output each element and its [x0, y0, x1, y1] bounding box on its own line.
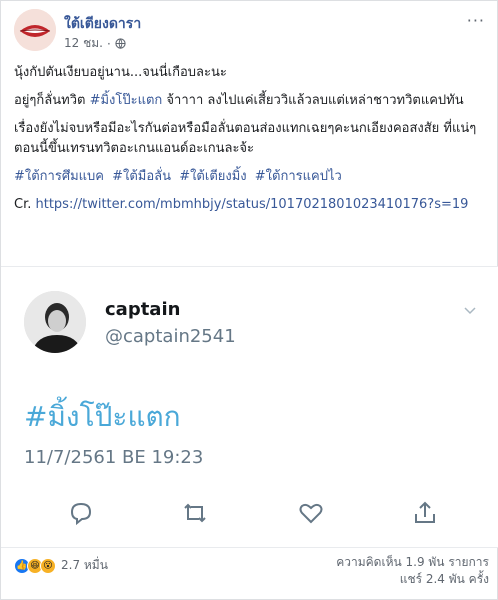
inline-hashtag[interactable]: #มิ้งโป๊ะแตก: [90, 93, 163, 108]
reaction-summary[interactable]: 👍 😆 😮 2.7 หมื่น: [14, 556, 108, 575]
credit-line: Cr. https://twitter.com/mbmhbjy/status/1…: [14, 195, 488, 215]
hashtag-link[interactable]: #ใต้การแคปไว: [255, 169, 342, 184]
post-line-3: เรื่องยังไม่จบหรือมีอะไรกันต่อหรือมือลั่…: [14, 121, 477, 156]
page-avatar[interactable]: [14, 9, 56, 51]
tweet-author-handle: @captain2541: [105, 326, 236, 347]
page-name[interactable]: ใต้เตียงดารา: [64, 13, 141, 35]
post-footer: 👍 😆 😮 2.7 หมื่น ความคิดเห็น 1.9 พัน รายก…: [1, 548, 498, 600]
tweet-avatar: [24, 291, 86, 353]
retweet-icon: [184, 503, 206, 523]
wow-reaction-icon: 😮: [40, 557, 56, 574]
engagement-stats: ความคิดเห็น 1.9 พัน รายการ แชร์ 2.4 พัน …: [336, 554, 489, 588]
post-time[interactable]: 12 ชม.: [64, 34, 103, 53]
post-line-1: นุ้งกัปตันเงียบอยู่นาน...จนนี่เกือบละนะ: [14, 65, 227, 80]
hashtag-link[interactable]: #ใต้เตียงมิ้ง: [179, 169, 246, 184]
comment-count[interactable]: ความคิดเห็น 1.9 พัน รายการ: [336, 554, 489, 571]
post-line-2b: จ้าาาา ลงไปแค่เสี้ยววิแล้วลบแต่เหล่าชาวท…: [162, 93, 464, 108]
chevron-down-icon: [464, 307, 476, 315]
hashtag-link[interactable]: #ใต้การศึมแบค: [14, 169, 104, 184]
tweet-author-name: captain: [105, 299, 181, 320]
credit-prefix: Cr.: [14, 197, 36, 212]
tweet-hashtag: #มิ้งโป๊ะแตก: [24, 400, 181, 433]
tweet-actions: [1, 499, 498, 529]
facebook-post: ใต้เตียงดารา 12 ชม. · ··· นุ้งกัปตันเงีย…: [0, 0, 498, 600]
meta-separator: ·: [106, 36, 111, 51]
post-line-2a: อยู่ๆก็ลั่นทวิต: [14, 93, 90, 108]
post-text: นุ้งกัปตันเงียบอยู่นาน...จนนี่เกือบละนะ …: [14, 63, 488, 223]
reaction-count: 2.7 หมื่น: [61, 558, 108, 572]
tweet-image[interactable]: captain @captain2541 #มิ้งโป๊ะแตก 11/7/2…: [1, 266, 498, 548]
post-options-icon[interactable]: ···: [467, 11, 485, 30]
globe-icon: [115, 38, 126, 49]
heart-icon: [299, 503, 323, 524]
hashtag-list: #ใต้การศึมแบค #ใต้มือลั่น #ใต้เตียงมิ้ง …: [14, 167, 488, 187]
post-line-2: อยู่ๆก็ลั่นทวิต #มิ้งโป๊ะแตก จ้าาาา ลงไป…: [14, 91, 488, 111]
reply-icon: [70, 502, 92, 526]
share-icon: [415, 501, 435, 523]
credit-url[interactable]: https://twitter.com/mbmhbjy/status/10170…: [36, 197, 469, 212]
hashtag-link[interactable]: #ใต้มือลั่น: [112, 169, 171, 184]
tweet-date: 11/7/2561 BE 19:23: [24, 447, 204, 468]
post-meta: 12 ชม. ·: [64, 34, 126, 53]
share-count[interactable]: แชร์ 2.4 พัน ครั้ง: [336, 571, 489, 588]
